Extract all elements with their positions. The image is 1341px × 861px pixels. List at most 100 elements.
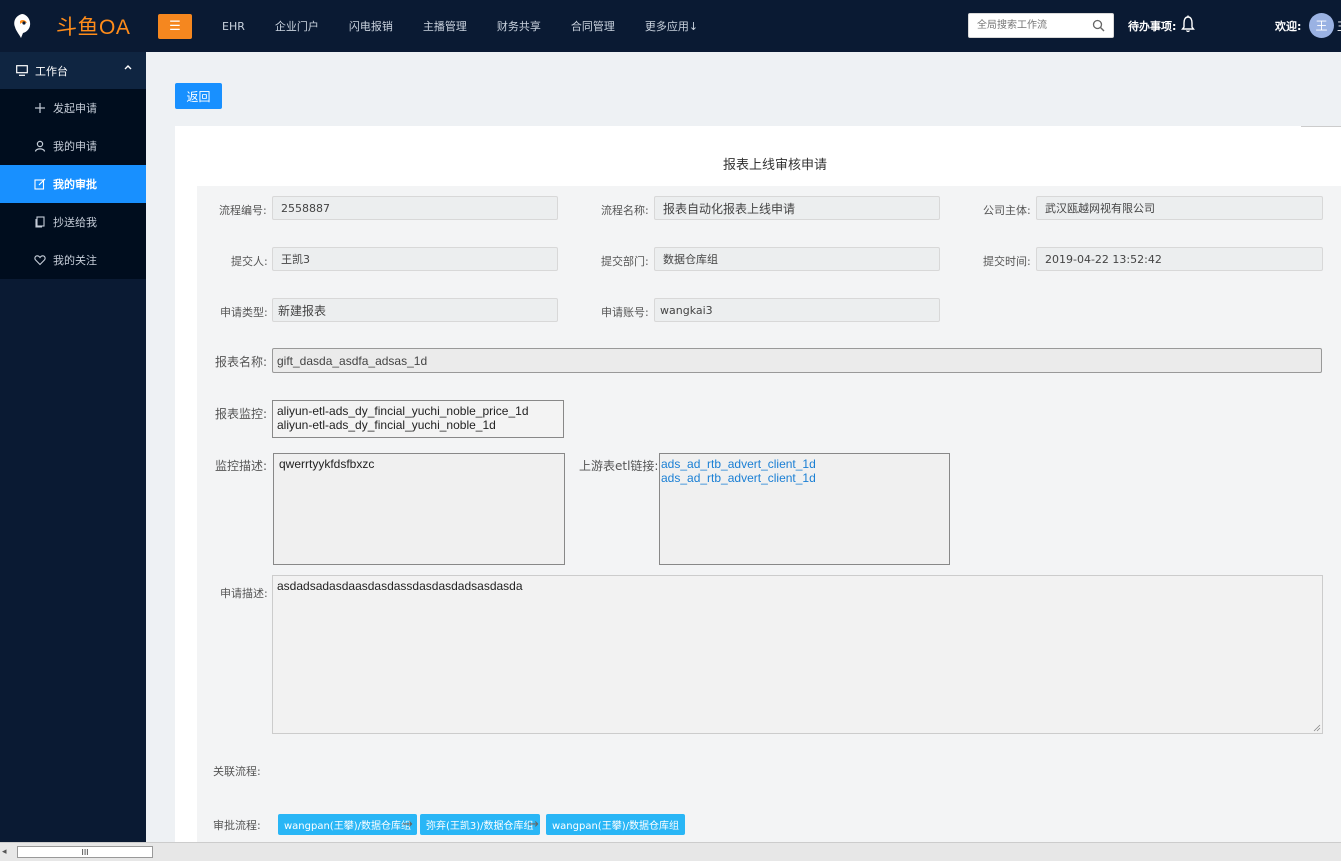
- approval-flow-label: 审批流程:: [213, 819, 261, 832]
- report-name-field[interactable]: gift_dasda_asdfa_adsas_1d: [272, 348, 1322, 373]
- page-title: 报表上线审核申请: [722, 158, 827, 173]
- fish-logo-icon: [14, 14, 31, 38]
- apply-account-value: wangkai3: [660, 303, 713, 317]
- scrollbar-thumb[interactable]: III: [17, 846, 153, 858]
- upstream-links-field[interactable]: ads_ad_rtb_advert_client_1d ads_ad_rtb_a…: [659, 453, 950, 565]
- report-monitor-line: aliyun-etl-ads_dy_fincial_yuchi_noble_1d: [277, 418, 496, 432]
- monitor-desc-field[interactable]: qwerrtyykfdsfbxzc: [273, 453, 565, 565]
- sidebar-item-label: 我的申请: [53, 140, 97, 153]
- application-detail-card: 报表上线审核申请 流程编号: 2558887 流程名称: 报表自动化报表上线申请…: [175, 126, 1341, 842]
- top-navigation-bar: 斗鱼OA ☰ EHR 企业门户 闪电报销 主播管理 财务共享 合同管理 更多应用…: [0, 0, 1341, 52]
- sidebar-item-my-applications[interactable]: 我的申请: [0, 127, 146, 165]
- approval-flow-steps: wangpan(王攀)/数据仓库组 → 弥弃(王凯3)/数据仓库组 → wang…: [278, 814, 778, 836]
- report-name-label: 报表名称:: [215, 355, 268, 369]
- username-truncated: 王: [1337, 18, 1341, 34]
- upstream-link[interactable]: ads_ad_rtb_advert_client_1d: [661, 457, 945, 471]
- arrow-right-icon: →: [402, 817, 413, 832]
- process-no-value: 2558887: [281, 201, 330, 215]
- card-header: 报表上线审核申请: [175, 126, 1341, 186]
- process-name-value: 报表自动化报表上线申请: [663, 201, 796, 216]
- submit-time-label: 提交时间:: [983, 255, 1031, 268]
- sidebar-item-label: 抄送给我: [53, 216, 97, 229]
- sidebar-item-new-application[interactable]: 发起申请: [0, 89, 146, 127]
- copy-icon: [35, 216, 45, 228]
- report-monitor-field[interactable]: aliyun-etl-ads_dy_fincial_yuchi_noble_pr…: [272, 400, 564, 438]
- department-field: 数据仓库组: [654, 247, 940, 271]
- report-name-value: gift_dasda_asdfa_adsas_1d: [277, 353, 428, 368]
- user-icon: [34, 140, 46, 152]
- back-button[interactable]: 返回: [175, 83, 222, 109]
- heart-icon: [34, 255, 46, 266]
- topnav-item-finance-sharing[interactable]: 财务共享: [497, 18, 541, 34]
- apply-desc-value: asdadsadasdaasdasdassdasdasdadsasdasda: [277, 579, 523, 593]
- upstream-links-label: 上游表etl链接:: [579, 459, 659, 473]
- todo-label[interactable]: 待办事项:: [1128, 18, 1176, 34]
- scroll-left-arrow-icon[interactable]: ◂: [2, 847, 7, 857]
- apply-desc-textarea[interactable]: asdadsadasdaasdasdassdasdasdadsasdasda: [272, 575, 1323, 734]
- company-field: 武汉瓯越网视有限公司: [1036, 196, 1323, 220]
- submitter-label: 提交人:: [231, 255, 268, 268]
- bell-icon[interactable]: [1181, 15, 1195, 33]
- scrollbar-grip-icon: III: [81, 847, 89, 857]
- top-nav-menu: EHR 企业门户 闪电报销 主播管理 财务共享 合同管理 更多应用↓: [222, 0, 728, 52]
- topnav-item-contract-management[interactable]: 合同管理: [571, 18, 615, 34]
- process-name-field: 报表自动化报表上线申请: [654, 196, 940, 220]
- report-monitor-label: 报表监控:: [215, 407, 268, 421]
- edit-icon: [34, 178, 46, 190]
- process-no-label: 流程编号:: [219, 204, 267, 217]
- approval-step[interactable]: wangpan(王攀)/数据仓库组: [546, 814, 685, 835]
- report-monitor-line: aliyun-etl-ads_dy_fincial_yuchi_noble_pr…: [277, 404, 529, 418]
- monitor-desc-value: qwerrtyykfdsfbxzc: [279, 457, 375, 471]
- apply-type-label: 申请类型:: [220, 306, 268, 319]
- department-value: 数据仓库组: [663, 253, 718, 266]
- sidebar-item-label: 我的关注: [53, 254, 97, 267]
- company-label: 公司主体:: [983, 204, 1031, 217]
- search-icon[interactable]: [1092, 19, 1105, 32]
- company-value: 武汉瓯越网视有限公司: [1045, 202, 1155, 215]
- sidebar-item-label: 发起申请: [53, 102, 97, 115]
- apply-type-value: 新建报表: [278, 303, 327, 318]
- menu-toggle-button[interactable]: ☰: [158, 14, 192, 39]
- logo[interactable]: 斗鱼OA: [0, 0, 146, 52]
- avatar[interactable]: 王: [1309, 13, 1334, 38]
- sidebar-section-title: 工作台: [35, 64, 68, 78]
- apply-type-field: 新建报表: [272, 298, 558, 322]
- menu-icon: ☰: [169, 19, 181, 34]
- topnav-item-ehr[interactable]: EHR: [222, 20, 245, 33]
- sidebar-submenu: 发起申请 我的申请 我的审批 抄送给我 我的关注: [0, 89, 146, 279]
- arrow-right-icon: →: [528, 817, 539, 832]
- submit-time-value: 2019-04-22 13:52:42: [1045, 252, 1162, 266]
- process-name-label: 流程名称:: [601, 204, 649, 217]
- sidebar-item-cc-to-me[interactable]: 抄送给我: [0, 203, 146, 241]
- apply-account-field: wangkai3: [654, 298, 940, 322]
- horizontal-scrollbar[interactable]: ◂ III: [0, 842, 1341, 861]
- submitter-field: 王凯3: [272, 247, 558, 271]
- sidebar-section-workbench[interactable]: 工作台: [0, 52, 146, 89]
- topnav-item-more-apps[interactable]: 更多应用↓: [645, 18, 698, 34]
- department-label: 提交部门:: [601, 255, 649, 268]
- resize-grip-icon[interactable]: [1313, 724, 1321, 732]
- monitor-desc-label: 监控描述:: [215, 459, 268, 473]
- upstream-link[interactable]: ads_ad_rtb_advert_client_1d: [661, 471, 945, 485]
- approval-step[interactable]: 弥弃(王凯3)/数据仓库组: [420, 814, 540, 835]
- main-content: 返回 报表上线审核申请 流程编号: 2558887 流程名称: 报表自动化报表上…: [146, 52, 1341, 842]
- topnav-item-streamer-management[interactable]: 主播管理: [423, 18, 467, 34]
- apply-desc-label: 申请描述:: [220, 587, 268, 600]
- welcome-label: 欢迎:: [1275, 20, 1302, 33]
- apply-account-label: 申请账号:: [601, 306, 649, 319]
- avatar-text: 王: [1315, 19, 1328, 33]
- global-search-box: [968, 13, 1114, 38]
- related-flow-label: 关联流程:: [213, 765, 261, 778]
- plus-icon: [35, 103, 45, 113]
- approval-step[interactable]: wangpan(王攀)/数据仓库组: [278, 814, 417, 835]
- topnav-item-portal[interactable]: 企业门户: [275, 18, 319, 34]
- app-logo-text: 斗鱼OA: [56, 16, 131, 39]
- topnav-item-reimbursement[interactable]: 闪电报销: [349, 18, 393, 34]
- submit-time-field: 2019-04-22 13:52:42: [1036, 247, 1323, 271]
- global-search-input[interactable]: [969, 14, 1087, 37]
- sidebar-item-label: 我的审批: [53, 178, 97, 191]
- monitor-icon: [16, 65, 28, 76]
- sidebar-item-my-follows[interactable]: 我的关注: [0, 241, 146, 279]
- sidebar-item-my-approvals[interactable]: 我的审批: [0, 165, 146, 203]
- sidebar: 工作台 发起申请 我的申请 我的审批 抄送给我 我的关注: [0, 52, 146, 842]
